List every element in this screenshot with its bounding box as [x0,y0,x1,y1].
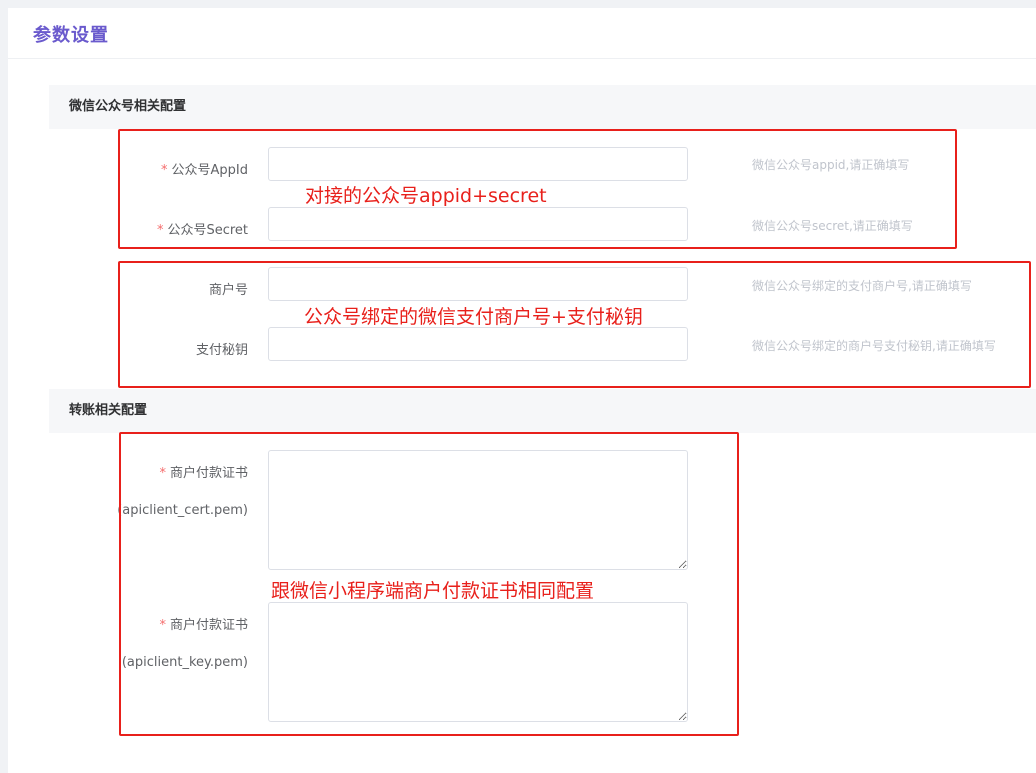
title-divider [8,58,1036,59]
page-title: 参数设置 [33,25,109,46]
section-header-transfer: 转账相关配置 [49,389,1036,433]
annotation-text-cert: 跟微信小程序端商户付款证书相同配置 [271,580,595,602]
annotation-text-appid-secret: 对接的公众号appid+secret [305,185,547,207]
section-header-wechat: 微信公众号相关配置 [49,85,1036,129]
annotation-text-merchant: 公众号绑定的微信支付商户号+支付秘钥 [304,306,643,328]
